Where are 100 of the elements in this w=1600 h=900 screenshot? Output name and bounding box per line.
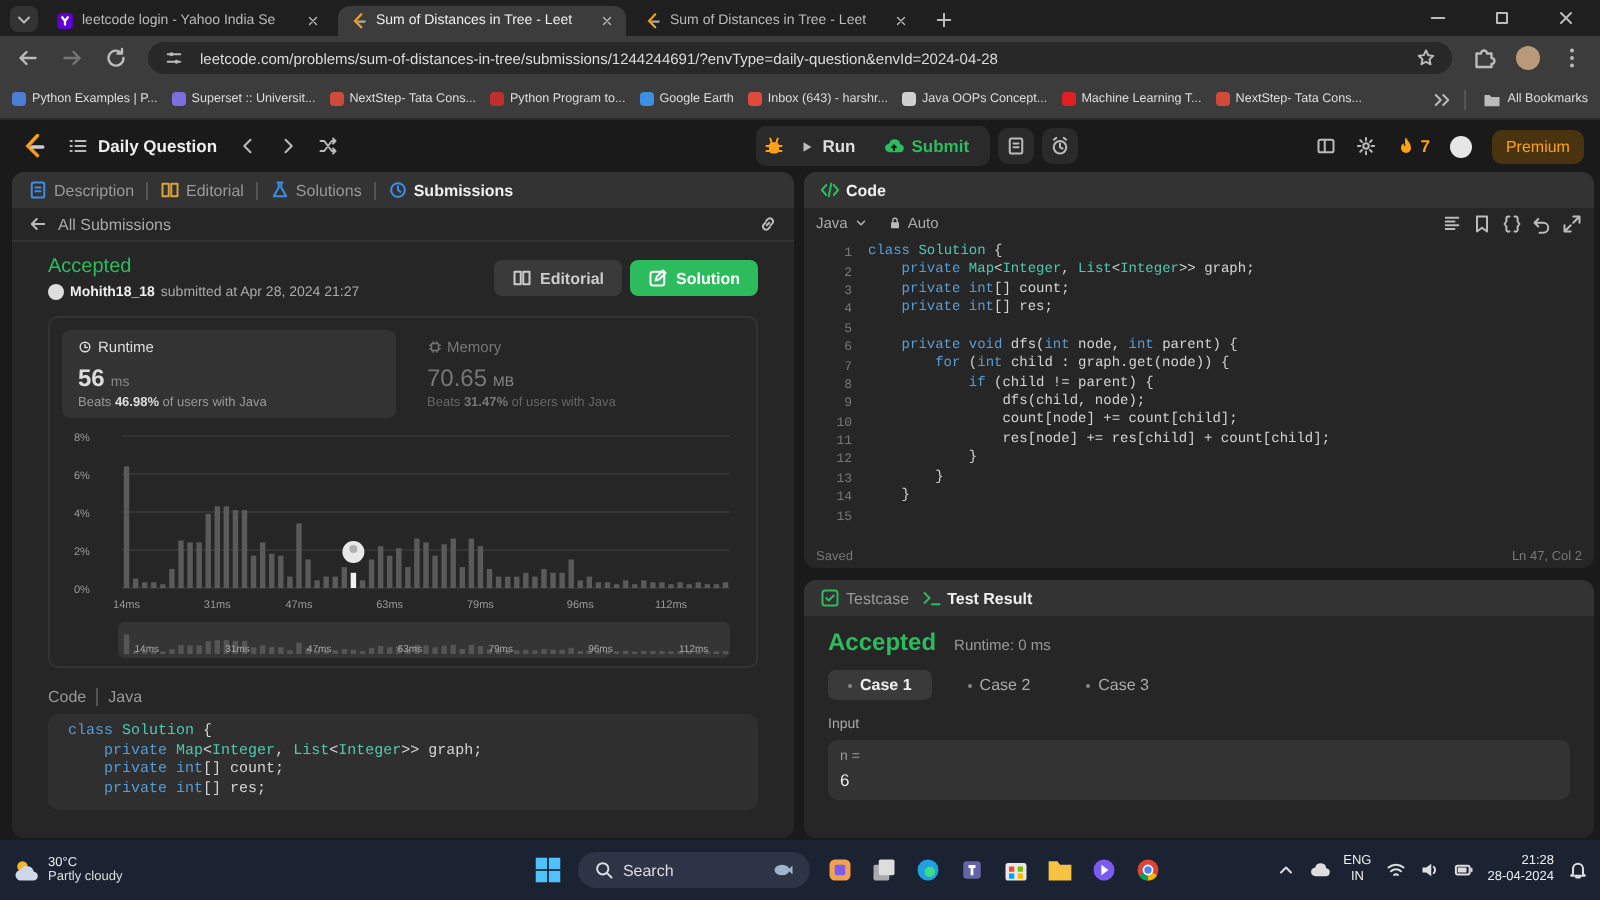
cloud-sun-icon [12, 856, 40, 884]
shuffle-icon[interactable] [317, 136, 338, 156]
settings-icon[interactable] [1356, 136, 1377, 156]
histogram-bar [423, 542, 429, 588]
panel-title: Code [820, 180, 886, 200]
list-icon [68, 136, 88, 156]
panel-tab[interactable]: Editorial [160, 180, 244, 200]
histogram-bar [269, 553, 275, 588]
double-chevron-icon[interactable] [1431, 89, 1452, 109]
result-status: Accepted [828, 628, 937, 656]
bracket-logo-icon [644, 12, 662, 30]
notification-bell-icon[interactable] [1568, 860, 1588, 880]
histogram-bar [414, 538, 420, 588]
user-avatar[interactable] [1449, 135, 1472, 157]
braces-icon[interactable] [1502, 213, 1522, 233]
play-circle-icon[interactable] [1090, 856, 1119, 884]
wifi-icon[interactable] [1385, 860, 1406, 880]
case-tab[interactable]: Case 3 [1066, 670, 1170, 700]
forward-arrow-icon[interactable] [60, 46, 84, 70]
histogram-bar [659, 582, 665, 588]
search-field[interactable]: Search [578, 852, 811, 888]
panel-tab[interactable]: Testcase [820, 588, 910, 608]
bug-icon[interactable] [764, 136, 785, 156]
round-browser-icon[interactable] [1134, 856, 1163, 884]
bracket-logo-icon[interactable] [20, 132, 48, 160]
your-runtime-bar [350, 572, 357, 588]
close-icon[interactable] [1556, 8, 1576, 28]
play-icon [800, 139, 815, 153]
all-submissions-link[interactable]: All Submissions [28, 214, 171, 234]
histogram-bar [151, 582, 157, 588]
profile-avatar[interactable] [1516, 46, 1540, 70]
note-icon [1005, 136, 1026, 156]
histogram-bar [677, 582, 683, 588]
back-arrow-icon [28, 214, 48, 234]
panel-tab[interactable]: Submissions [387, 180, 514, 200]
tab-search-button[interactable] [10, 6, 38, 32]
bracket-logo-icon [350, 12, 368, 30]
fullscreen-icon[interactable] [1562, 213, 1582, 233]
user-avatar [48, 284, 64, 300]
variable-value: 6 [840, 770, 852, 790]
link-icon[interactable] [758, 214, 778, 234]
notes-button[interactable] [997, 128, 1034, 164]
close-icon[interactable] [600, 14, 614, 28]
status-text: Accepted [48, 256, 134, 278]
colorful-square-icon[interactable] [826, 856, 855, 884]
doc-icon [28, 180, 48, 200]
stacked-windows-icon[interactable] [870, 856, 899, 884]
windows-logo-icon[interactable] [534, 856, 563, 884]
case-tab[interactable]: Case 1 [828, 670, 932, 700]
folder-icon [1481, 89, 1502, 109]
case-tab[interactable]: Case 2 [947, 670, 1051, 700]
chevron-down-icon [853, 216, 868, 230]
metric-value: 70.65 [427, 364, 488, 392]
bookmark-icon[interactable] [1472, 213, 1492, 233]
checkbox-icon [820, 588, 840, 608]
panel-tab[interactable]: Description [28, 180, 135, 200]
timer-button[interactable] [1041, 128, 1078, 164]
histogram-bar [577, 580, 583, 588]
reload-icon[interactable] [104, 46, 128, 70]
back-arrow-icon[interactable] [16, 46, 40, 70]
editorial-button[interactable]: Editorial [493, 260, 622, 296]
folder-icon[interactable] [1046, 856, 1075, 884]
extensions-icon[interactable] [1472, 46, 1496, 70]
problem-list-button[interactable]: Daily Question [68, 136, 218, 156]
layout-icon[interactable] [1316, 136, 1337, 156]
histogram-bar [305, 559, 311, 588]
alarm-clock-icon [1049, 136, 1070, 156]
history-icon [387, 180, 408, 200]
histogram-bar [459, 567, 465, 588]
maximize-icon[interactable] [1492, 8, 1512, 28]
speaker-icon[interactable] [1419, 860, 1440, 880]
premium-button[interactable]: Premium [1491, 129, 1584, 163]
book-icon [511, 268, 532, 288]
new-tab-icon[interactable] [934, 10, 954, 30]
histogram-bar [541, 569, 547, 588]
close-icon[interactable] [894, 14, 908, 28]
code-icon [820, 180, 840, 200]
section-label: Code [48, 688, 87, 706]
terminal-icon [921, 588, 942, 608]
histogram-bar [450, 538, 456, 588]
histogram-bar [178, 540, 184, 588]
histogram-bar [387, 555, 393, 588]
streak-counter[interactable]: 7 [1396, 136, 1430, 156]
format-icon[interactable] [1442, 213, 1462, 233]
site-info-icon[interactable] [164, 48, 184, 68]
flame-icon [1396, 136, 1417, 156]
lock-icon [887, 216, 902, 230]
chip-icon [427, 340, 441, 354]
panel-tab[interactable]: Test Result [921, 588, 1033, 608]
histogram-bar [695, 582, 701, 588]
histogram-bar [214, 506, 220, 588]
bookmark-star-icon[interactable] [1416, 48, 1436, 68]
cloud-icon[interactable] [1309, 860, 1330, 880]
avatar-marker [342, 541, 365, 563]
undo-icon[interactable] [1532, 213, 1552, 233]
clock-icon [78, 340, 92, 354]
close-icon[interactable] [306, 14, 320, 28]
battery-icon[interactable] [1453, 860, 1474, 880]
panel-tab[interactable]: Solutions [269, 180, 362, 200]
y-letter-icon [56, 12, 74, 30]
